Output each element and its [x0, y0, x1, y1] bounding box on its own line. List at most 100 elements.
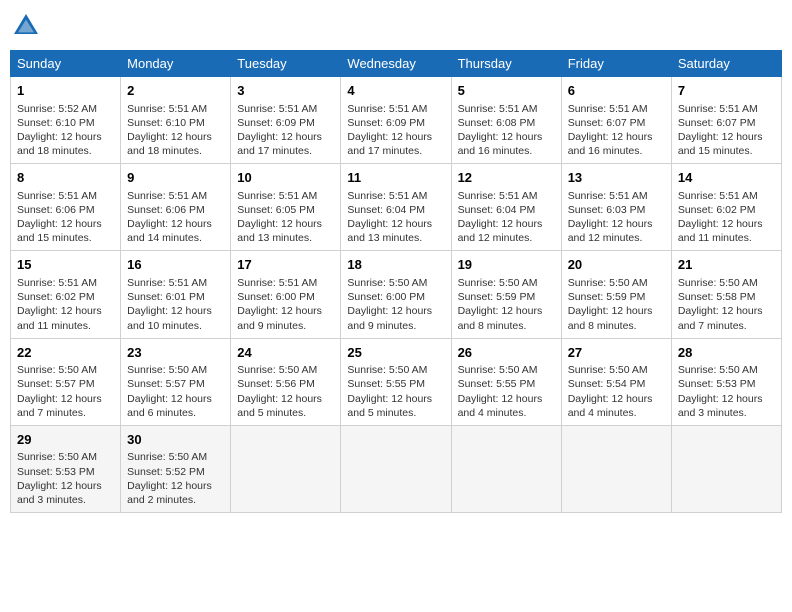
- day-info: Sunrise: 5:50 AMSunset: 5:52 PMDaylight:…: [127, 451, 212, 506]
- day-number: 2: [127, 82, 224, 100]
- day-number: 27: [568, 344, 665, 362]
- weekday-header: Tuesday: [231, 51, 341, 77]
- calendar-cell: 26 Sunrise: 5:50 AMSunset: 5:55 PMDaylig…: [451, 338, 561, 425]
- calendar-cell: 11 Sunrise: 5:51 AMSunset: 6:04 PMDaylig…: [341, 164, 451, 251]
- day-info: Sunrise: 5:50 AMSunset: 5:55 PMDaylight:…: [347, 364, 432, 419]
- calendar-cell: 25 Sunrise: 5:50 AMSunset: 5:55 PMDaylig…: [341, 338, 451, 425]
- day-number: 20: [568, 256, 665, 274]
- day-number: 28: [678, 344, 775, 362]
- day-info: Sunrise: 5:51 AMSunset: 6:05 PMDaylight:…: [237, 190, 322, 245]
- weekday-header: Monday: [121, 51, 231, 77]
- day-info: Sunrise: 5:51 AMSunset: 6:04 PMDaylight:…: [458, 190, 543, 245]
- day-info: Sunrise: 5:51 AMSunset: 6:09 PMDaylight:…: [347, 103, 432, 158]
- day-number: 16: [127, 256, 224, 274]
- calendar-cell: 2 Sunrise: 5:51 AMSunset: 6:10 PMDayligh…: [121, 77, 231, 164]
- day-info: Sunrise: 5:50 AMSunset: 5:55 PMDaylight:…: [458, 364, 543, 419]
- day-info: Sunrise: 5:51 AMSunset: 6:06 PMDaylight:…: [17, 190, 102, 245]
- day-info: Sunrise: 5:51 AMSunset: 6:02 PMDaylight:…: [678, 190, 763, 245]
- calendar-cell: 14 Sunrise: 5:51 AMSunset: 6:02 PMDaylig…: [671, 164, 781, 251]
- day-number: 13: [568, 169, 665, 187]
- calendar-cell: 29 Sunrise: 5:50 AMSunset: 5:53 PMDaylig…: [11, 425, 121, 512]
- calendar-header-row: SundayMondayTuesdayWednesdayThursdayFrid…: [11, 51, 782, 77]
- day-info: Sunrise: 5:51 AMSunset: 6:03 PMDaylight:…: [568, 190, 653, 245]
- calendar-cell: 9 Sunrise: 5:51 AMSunset: 6:06 PMDayligh…: [121, 164, 231, 251]
- day-number: 5: [458, 82, 555, 100]
- calendar-cell: 1 Sunrise: 5:52 AMSunset: 6:10 PMDayligh…: [11, 77, 121, 164]
- day-info: Sunrise: 5:50 AMSunset: 6:00 PMDaylight:…: [347, 277, 432, 332]
- day-info: Sunrise: 5:50 AMSunset: 5:59 PMDaylight:…: [458, 277, 543, 332]
- day-number: 18: [347, 256, 444, 274]
- logo: [10, 10, 46, 42]
- day-number: 1: [17, 82, 114, 100]
- day-info: Sunrise: 5:50 AMSunset: 5:56 PMDaylight:…: [237, 364, 322, 419]
- day-info: Sunrise: 5:51 AMSunset: 6:02 PMDaylight:…: [17, 277, 102, 332]
- day-info: Sunrise: 5:51 AMSunset: 6:06 PMDaylight:…: [127, 190, 212, 245]
- calendar-week-row: 15 Sunrise: 5:51 AMSunset: 6:02 PMDaylig…: [11, 251, 782, 338]
- day-number: 8: [17, 169, 114, 187]
- calendar-cell: 4 Sunrise: 5:51 AMSunset: 6:09 PMDayligh…: [341, 77, 451, 164]
- day-number: 24: [237, 344, 334, 362]
- day-number: 15: [17, 256, 114, 274]
- calendar-cell: 18 Sunrise: 5:50 AMSunset: 6:00 PMDaylig…: [341, 251, 451, 338]
- day-number: 10: [237, 169, 334, 187]
- day-number: 14: [678, 169, 775, 187]
- day-info: Sunrise: 5:51 AMSunset: 6:01 PMDaylight:…: [127, 277, 212, 332]
- day-number: 6: [568, 82, 665, 100]
- calendar-cell: 17 Sunrise: 5:51 AMSunset: 6:00 PMDaylig…: [231, 251, 341, 338]
- calendar-cell: 16 Sunrise: 5:51 AMSunset: 6:01 PMDaylig…: [121, 251, 231, 338]
- day-info: Sunrise: 5:51 AMSunset: 6:07 PMDaylight:…: [678, 103, 763, 158]
- day-number: 29: [17, 431, 114, 449]
- calendar-week-row: 8 Sunrise: 5:51 AMSunset: 6:06 PMDayligh…: [11, 164, 782, 251]
- day-number: 26: [458, 344, 555, 362]
- calendar-cell: 28 Sunrise: 5:50 AMSunset: 5:53 PMDaylig…: [671, 338, 781, 425]
- day-info: Sunrise: 5:51 AMSunset: 6:08 PMDaylight:…: [458, 103, 543, 158]
- calendar-cell: 3 Sunrise: 5:51 AMSunset: 6:09 PMDayligh…: [231, 77, 341, 164]
- calendar-cell: 20 Sunrise: 5:50 AMSunset: 5:59 PMDaylig…: [561, 251, 671, 338]
- day-info: Sunrise: 5:52 AMSunset: 6:10 PMDaylight:…: [17, 103, 102, 158]
- day-number: 30: [127, 431, 224, 449]
- calendar-cell: 7 Sunrise: 5:51 AMSunset: 6:07 PMDayligh…: [671, 77, 781, 164]
- calendar-cell: 10 Sunrise: 5:51 AMSunset: 6:05 PMDaylig…: [231, 164, 341, 251]
- day-number: 23: [127, 344, 224, 362]
- calendar-cell: 27 Sunrise: 5:50 AMSunset: 5:54 PMDaylig…: [561, 338, 671, 425]
- calendar-week-row: 22 Sunrise: 5:50 AMSunset: 5:57 PMDaylig…: [11, 338, 782, 425]
- calendar-cell: 15 Sunrise: 5:51 AMSunset: 6:02 PMDaylig…: [11, 251, 121, 338]
- calendar-cell: 19 Sunrise: 5:50 AMSunset: 5:59 PMDaylig…: [451, 251, 561, 338]
- day-info: Sunrise: 5:50 AMSunset: 5:53 PMDaylight:…: [17, 451, 102, 506]
- day-info: Sunrise: 5:50 AMSunset: 5:58 PMDaylight:…: [678, 277, 763, 332]
- logo-icon: [10, 10, 42, 42]
- weekday-header: Saturday: [671, 51, 781, 77]
- calendar-cell: 30 Sunrise: 5:50 AMSunset: 5:52 PMDaylig…: [121, 425, 231, 512]
- day-info: Sunrise: 5:50 AMSunset: 5:54 PMDaylight:…: [568, 364, 653, 419]
- calendar-cell: 6 Sunrise: 5:51 AMSunset: 6:07 PMDayligh…: [561, 77, 671, 164]
- day-info: Sunrise: 5:51 AMSunset: 6:00 PMDaylight:…: [237, 277, 322, 332]
- calendar-cell: [561, 425, 671, 512]
- day-number: 19: [458, 256, 555, 274]
- day-info: Sunrise: 5:51 AMSunset: 6:07 PMDaylight:…: [568, 103, 653, 158]
- calendar-cell: 5 Sunrise: 5:51 AMSunset: 6:08 PMDayligh…: [451, 77, 561, 164]
- page-header: [10, 10, 782, 42]
- weekday-header: Wednesday: [341, 51, 451, 77]
- day-info: Sunrise: 5:50 AMSunset: 5:59 PMDaylight:…: [568, 277, 653, 332]
- day-number: 11: [347, 169, 444, 187]
- day-number: 3: [237, 82, 334, 100]
- day-number: 17: [237, 256, 334, 274]
- weekday-header: Friday: [561, 51, 671, 77]
- day-info: Sunrise: 5:50 AMSunset: 5:57 PMDaylight:…: [17, 364, 102, 419]
- day-number: 21: [678, 256, 775, 274]
- calendar-cell: 8 Sunrise: 5:51 AMSunset: 6:06 PMDayligh…: [11, 164, 121, 251]
- calendar-cell: 24 Sunrise: 5:50 AMSunset: 5:56 PMDaylig…: [231, 338, 341, 425]
- calendar-cell: 13 Sunrise: 5:51 AMSunset: 6:03 PMDaylig…: [561, 164, 671, 251]
- day-info: Sunrise: 5:51 AMSunset: 6:09 PMDaylight:…: [237, 103, 322, 158]
- calendar-cell: 23 Sunrise: 5:50 AMSunset: 5:57 PMDaylig…: [121, 338, 231, 425]
- calendar-week-row: 29 Sunrise: 5:50 AMSunset: 5:53 PMDaylig…: [11, 425, 782, 512]
- calendar-cell: 12 Sunrise: 5:51 AMSunset: 6:04 PMDaylig…: [451, 164, 561, 251]
- day-info: Sunrise: 5:50 AMSunset: 5:53 PMDaylight:…: [678, 364, 763, 419]
- day-number: 9: [127, 169, 224, 187]
- calendar-cell: [671, 425, 781, 512]
- day-number: 25: [347, 344, 444, 362]
- weekday-header: Sunday: [11, 51, 121, 77]
- day-number: 7: [678, 82, 775, 100]
- calendar-cell: [231, 425, 341, 512]
- day-info: Sunrise: 5:50 AMSunset: 5:57 PMDaylight:…: [127, 364, 212, 419]
